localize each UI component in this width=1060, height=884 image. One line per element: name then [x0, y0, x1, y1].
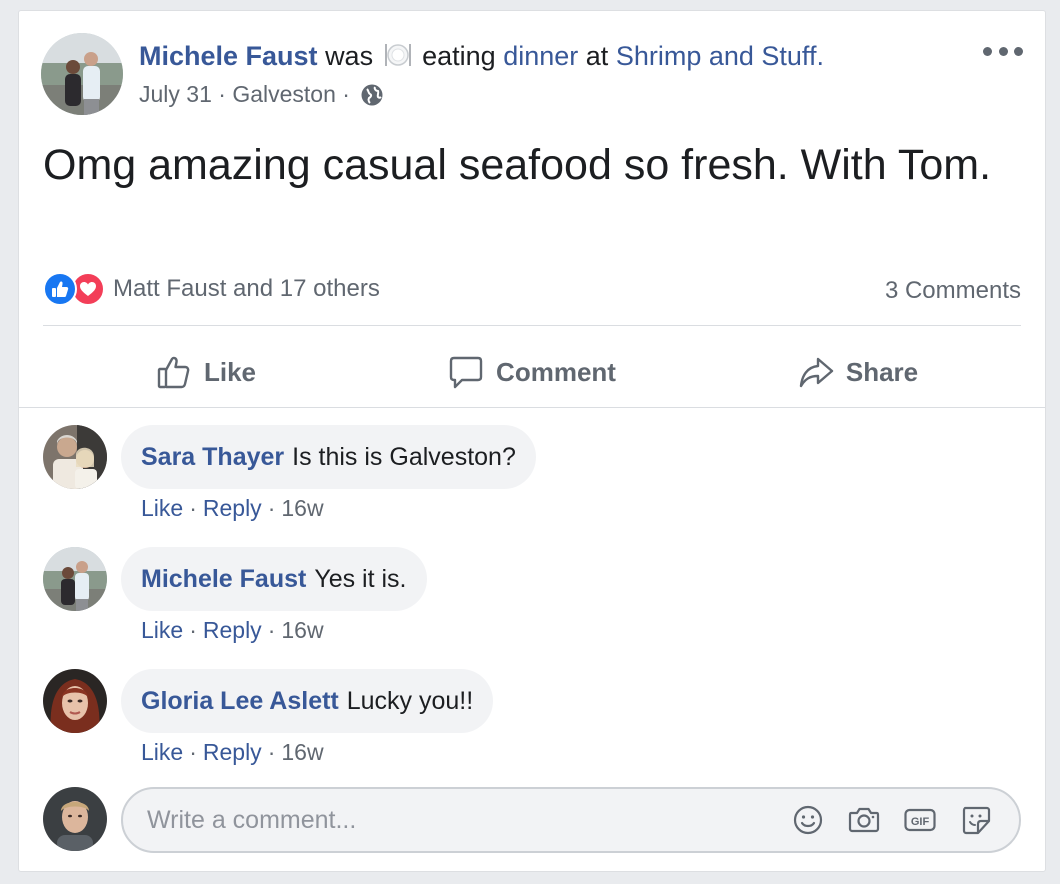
- meta-separator: ·: [218, 81, 226, 107]
- dot-icon: [983, 46, 992, 56]
- author-name[interactable]: Michele Faust: [139, 41, 318, 71]
- comment-time[interactable]: 16w: [281, 495, 323, 521]
- share-button[interactable]: Share: [695, 337, 1021, 407]
- comment-author[interactable]: Sara Thayer: [141, 443, 284, 472]
- gif-icon[interactable]: GIF: [903, 803, 937, 837]
- post-location[interactable]: Galveston: [232, 81, 336, 107]
- comment-item: Michele Faust Yes it is. Like · Reply · 16w: [43, 547, 1021, 647]
- comment-item: Gloria Lee Aslett Lucky you!! Like · Reply…: [43, 669, 1021, 769]
- commenter-avatar[interactable]: [43, 547, 107, 611]
- comment-input[interactable]: [147, 801, 747, 839]
- period-text: .: [816, 41, 824, 71]
- like-button[interactable]: Like: [43, 337, 369, 407]
- comment-like-link[interactable]: Like: [141, 495, 183, 521]
- like-reaction-icon: [43, 272, 77, 306]
- comment-actions: Like · Reply · 16w: [141, 739, 324, 766]
- comment-item: Sara Thayer Is this is Galveston? Like · R…: [43, 425, 1021, 525]
- comment-reply-link[interactable]: Reply: [203, 495, 262, 521]
- post-header: Michele Faust was eating dinner at Shrim…: [41, 33, 1023, 117]
- comments-count-link[interactable]: 3 Comments: [885, 277, 1021, 305]
- place-link[interactable]: Shrimp and Stuff: [616, 41, 817, 71]
- comment-text: Is this is Galveston?: [292, 442, 516, 471]
- comment-time[interactable]: 16w: [281, 617, 323, 643]
- comment-text: Yes it is.: [314, 564, 407, 593]
- comment-bubble: Gloria Lee Aslett Lucky you!!: [121, 669, 494, 733]
- thumbs-up-icon: [157, 356, 190, 389]
- was-text: was: [325, 41, 374, 71]
- comment-actions: Like · Reply · 16w: [141, 495, 324, 522]
- at-text: at: [585, 41, 609, 71]
- separator: ·: [189, 617, 197, 643]
- comment-like-link[interactable]: Like: [141, 617, 183, 643]
- commenter-avatar[interactable]: [43, 669, 107, 733]
- sticker-icon[interactable]: [959, 803, 993, 837]
- activity-object-link[interactable]: dinner: [503, 41, 578, 71]
- separator: ·: [189, 739, 197, 765]
- share-arrow-icon: [799, 357, 834, 388]
- author-avatar[interactable]: [41, 33, 123, 115]
- post-headline: Michele Faust was eating dinner at Shrim…: [139, 39, 824, 73]
- post-meta: July 31 · Galveston ·: [139, 79, 384, 109]
- post-card: Michele Faust was eating dinner at Shrim…: [18, 10, 1046, 872]
- post-text: Omg amazing casual seafood so fresh. Wit…: [43, 141, 992, 189]
- composer-tools: GIF: [791, 803, 993, 837]
- reactions-text[interactable]: Matt Faust and 17 others: [113, 275, 380, 303]
- post-date[interactable]: July 31: [139, 81, 212, 107]
- dot-icon: [998, 46, 1008, 56]
- post-actions: Like Comment Share: [43, 337, 1021, 407]
- comment-bubble: Michele Faust Yes it is.: [121, 547, 427, 611]
- comment-like-link[interactable]: Like: [141, 739, 183, 765]
- comment-author[interactable]: Michele Faust: [141, 565, 306, 594]
- separator: ·: [267, 739, 276, 765]
- comment-input-box: GIF: [121, 787, 1021, 853]
- divider: [43, 325, 1021, 326]
- emoji-icon[interactable]: [791, 803, 825, 837]
- more-options-button[interactable]: [983, 41, 1023, 61]
- comment-text: Lucky you!!: [346, 686, 474, 715]
- camera-icon[interactable]: [847, 803, 881, 837]
- comment-bubble: Sara Thayer Is this is Galveston?: [121, 425, 536, 489]
- current-user-avatar: [43, 787, 107, 851]
- comment-actions: Like · Reply · 16w: [141, 617, 324, 644]
- commenter-avatar[interactable]: [43, 425, 107, 489]
- separator: ·: [267, 617, 276, 643]
- comment-reply-link[interactable]: Reply: [203, 739, 262, 765]
- meta-separator: ·: [342, 81, 350, 107]
- share-button-label: Share: [845, 356, 919, 387]
- divider: [19, 407, 1045, 408]
- activity-text: eating: [422, 41, 496, 71]
- comment-button[interactable]: Comment: [369, 337, 695, 407]
- like-button-label: Like: [203, 356, 257, 387]
- separator: ·: [189, 495, 197, 521]
- separator: ·: [267, 495, 276, 521]
- dot-icon: [1014, 46, 1023, 56]
- comment-composer: GIF: [43, 787, 1021, 853]
- svg-text:GIF: GIF: [911, 816, 930, 828]
- comment-author[interactable]: Gloria Lee Aslett: [141, 687, 339, 716]
- comment-reply-link[interactable]: Reply: [203, 617, 262, 643]
- globe-icon[interactable]: [360, 83, 384, 107]
- comment-icon: [449, 356, 483, 389]
- plate-icon: [383, 41, 413, 69]
- comment-button-label: Comment: [496, 356, 616, 387]
- comment-time[interactable]: 16w: [281, 739, 323, 765]
- reactions-summary[interactable]: Matt Faust and 17 others: [43, 271, 380, 307]
